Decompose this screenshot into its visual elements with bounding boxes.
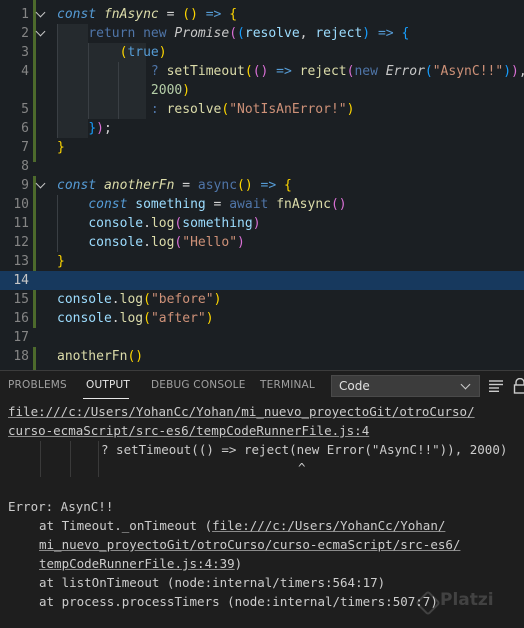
- watermark: Platzi: [440, 590, 494, 610]
- line-number: 12: [13, 235, 29, 250]
- code-line-active[interactable]: 14: [0, 271, 524, 290]
- file-link[interactable]: file:///c:/Users/YohanCc/Yohan/: [212, 518, 445, 533]
- code-text: console.log(something): [88, 216, 261, 231]
- line-number: 14: [13, 273, 29, 288]
- code-text: }: [57, 140, 65, 155]
- code-line[interactable]: 16 console.log("after"): [0, 309, 524, 328]
- tab-terminal[interactable]: TERMINAL: [260, 379, 315, 391]
- code-line[interactable]: 7 }: [0, 138, 524, 157]
- fold-chevron-icon[interactable]: [35, 178, 46, 189]
- code-text: 2000): [150, 83, 191, 98]
- code-line[interactable]: 6 });: [0, 119, 524, 138]
- panel-tab-bar: PROBLEMS OUTPUT DEBUG CONSOLE TERMINAL C…: [0, 371, 524, 401]
- indent-guide: [98, 441, 99, 477]
- code-line[interactable]: 1 const fnAsync = () => {: [0, 5, 524, 24]
- line-number: 9: [21, 178, 29, 193]
- tab-output[interactable]: OUTPUT: [86, 379, 130, 391]
- error-title: Error: AsynC!!: [8, 499, 114, 514]
- code-text: console.log("before"): [57, 292, 222, 307]
- code-text: const something = await fnAsync(): [88, 197, 347, 212]
- file-link[interactable]: curso-ecmaScript/src-es6/tempCodeRunnerF…: [8, 423, 369, 438]
- stack-frame-text: at Timeout._onTimeout (: [39, 518, 213, 533]
- code-text: ? setTimeout(() => reject(new Error("Asy…: [150, 64, 524, 79]
- stack-frame-cont: tempCodeRunnerFile.js:4:39): [39, 554, 242, 573]
- code-text: const anotherFn = async() => {: [57, 178, 292, 193]
- code-line[interactable]: 8: [0, 157, 524, 176]
- code-text: return new Promise((resolve, reject) => …: [88, 26, 410, 41]
- stack-frame: at listOnTimeout (node:internal/timers:5…: [39, 575, 386, 590]
- indent-guide: [40, 441, 41, 477]
- line-number: 15: [13, 292, 29, 307]
- code-line[interactable]: 12 console.log("Hello"): [0, 233, 524, 252]
- line-number: 11: [13, 216, 29, 231]
- code-line[interactable]: 5 : resolve("NotIsAnError!"): [0, 100, 524, 119]
- fold-chevron-icon[interactable]: [35, 26, 46, 37]
- stack-frame: at process.processTimers (node:internal/…: [39, 594, 438, 609]
- output-line: file:///c:/Users/YohanCc/Yohan/mi_nuevo_…: [8, 402, 475, 421]
- code-line[interactable]: 15 console.log("before"): [0, 290, 524, 309]
- line-number: 5: [21, 102, 29, 117]
- code-line-wrap[interactable]: 2000): [0, 81, 524, 100]
- file-link[interactable]: tempCodeRunnerFile.js:4:39: [39, 556, 235, 571]
- stack-frame-text: ): [234, 556, 243, 571]
- tab-debug-console[interactable]: DEBUG CONSOLE: [151, 379, 246, 391]
- output-line: ? setTimeout(() => reject(new Error("Asy…: [101, 442, 508, 457]
- code-line[interactable]: 10 const something = await fnAsync(): [0, 195, 524, 214]
- code-line[interactable]: 18 anotherFn(): [0, 347, 524, 366]
- stack-frame: at Timeout._onTimeout (file:///c:/Users/…: [39, 516, 445, 535]
- indent-guide: [70, 441, 71, 477]
- line-number: 17: [13, 330, 29, 345]
- output-line: curso-ecmaScript/src-es6/tempCodeRunnerF…: [8, 421, 369, 440]
- code-line[interactable]: 17: [0, 328, 524, 347]
- fold-chevron-icon[interactable]: [35, 7, 46, 18]
- chevron-down-icon: [460, 379, 471, 390]
- active-tab-indicator: [83, 398, 129, 399]
- code-text: anotherFn(): [57, 349, 144, 364]
- line-number: 18: [13, 349, 29, 364]
- output-channel-select[interactable]: Code: [331, 375, 480, 397]
- code-line[interactable]: 9 const anotherFn = async() => {: [0, 176, 524, 195]
- line-number: 10: [13, 197, 29, 212]
- line-number: 4: [21, 64, 29, 79]
- code-text: : resolve("NotIsAnError!"): [150, 102, 355, 117]
- tab-problems[interactable]: PROBLEMS: [8, 379, 67, 391]
- code-editor[interactable]: 1 const fnAsync = () => { 2 return new P…: [0, 0, 524, 370]
- line-number: 1: [21, 7, 29, 22]
- file-link[interactable]: mi_nuevo_proyectoGit/otroCurso/curso-ecm…: [39, 537, 460, 552]
- line-number: 8: [21, 159, 29, 174]
- code-text: console.log("Hello"): [88, 235, 245, 250]
- output-channel-value: Code: [339, 379, 370, 393]
- line-number: 13: [13, 254, 29, 269]
- code-line[interactable]: 2 return new Promise((resolve, reject) =…: [0, 24, 524, 43]
- line-number: 2: [21, 26, 29, 41]
- code-text: }: [57, 254, 65, 269]
- code-text: });: [88, 121, 112, 136]
- code-line[interactable]: 13 }: [0, 252, 524, 271]
- word-wrap-icon[interactable]: [489, 380, 503, 392]
- code-line[interactable]: 3 (true): [0, 43, 524, 62]
- code-text: (true): [119, 45, 167, 60]
- error-caret: ^: [298, 460, 306, 475]
- file-link[interactable]: file:///c:/Users/YohanCc/Yohan/mi_nuevo_…: [8, 404, 475, 419]
- lock-icon[interactable]: [513, 378, 524, 394]
- line-number: 16: [13, 311, 29, 326]
- line-number: 7: [21, 140, 29, 155]
- stack-frame-cont: mi_nuevo_proyectoGit/otroCurso/curso-ecm…: [39, 535, 460, 554]
- code-text: console.log("after"): [57, 311, 214, 326]
- code-line[interactable]: 4 ? setTimeout(() => reject(new Error("A…: [0, 62, 524, 81]
- line-number: 3: [21, 45, 29, 60]
- code-text: const fnAsync = () => {: [57, 7, 238, 22]
- code-line[interactable]: 11 console.log(something): [0, 214, 524, 233]
- line-number: 6: [21, 121, 29, 136]
